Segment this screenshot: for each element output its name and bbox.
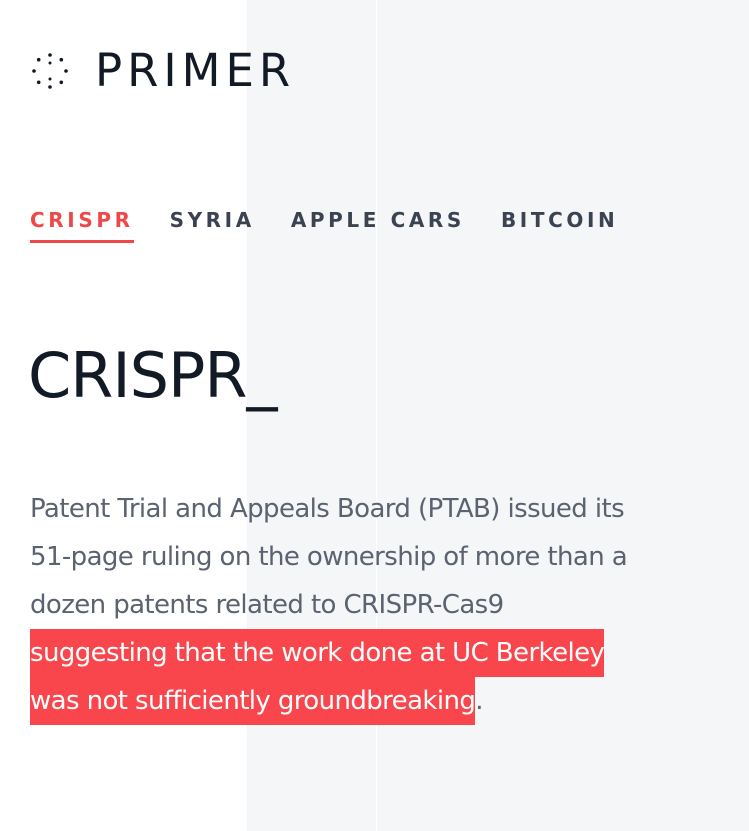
tab-bitcoin[interactable]: BITCOIN (501, 206, 618, 240)
highlighted-text: suggesting that the work done at UC Berk… (30, 629, 605, 677)
summary-period: . (475, 686, 483, 716)
summary-line: was not sufficiently groundbreaking. (30, 677, 730, 725)
tab-apple-cars[interactable]: APPLE CARS (291, 206, 465, 240)
page-title: CRISPR_ (28, 339, 277, 412)
logo-text: PRIMER (95, 44, 296, 97)
tab-syria[interactable]: SYRIA (170, 206, 255, 240)
primer-logo[interactable]: PRIMER (31, 46, 295, 96)
summary-line: 51-page ruling on the ownership of more … (30, 542, 628, 572)
dotted-circle-icon (31, 52, 69, 90)
topic-tabs: CRISPR SYRIA APPLE CARS BITCOIN (30, 206, 654, 243)
summary-line: dozen patents related to CRISPR-Cas9 (30, 590, 504, 620)
tab-crispr[interactable]: CRISPR (30, 206, 134, 243)
summary-line: Patent Trial and Appeals Board (PTAB) is… (30, 494, 625, 524)
summary-paragraph: Patent Trial and Appeals Board (PTAB) is… (30, 485, 730, 725)
highlighted-text: was not sufficiently groundbreaking (30, 677, 476, 725)
page: PRIMER CRISPR SYRIA APPLE CARS BITCOIN C… (0, 0, 749, 831)
summary-line: suggesting that the work done at UC Berk… (30, 629, 730, 677)
